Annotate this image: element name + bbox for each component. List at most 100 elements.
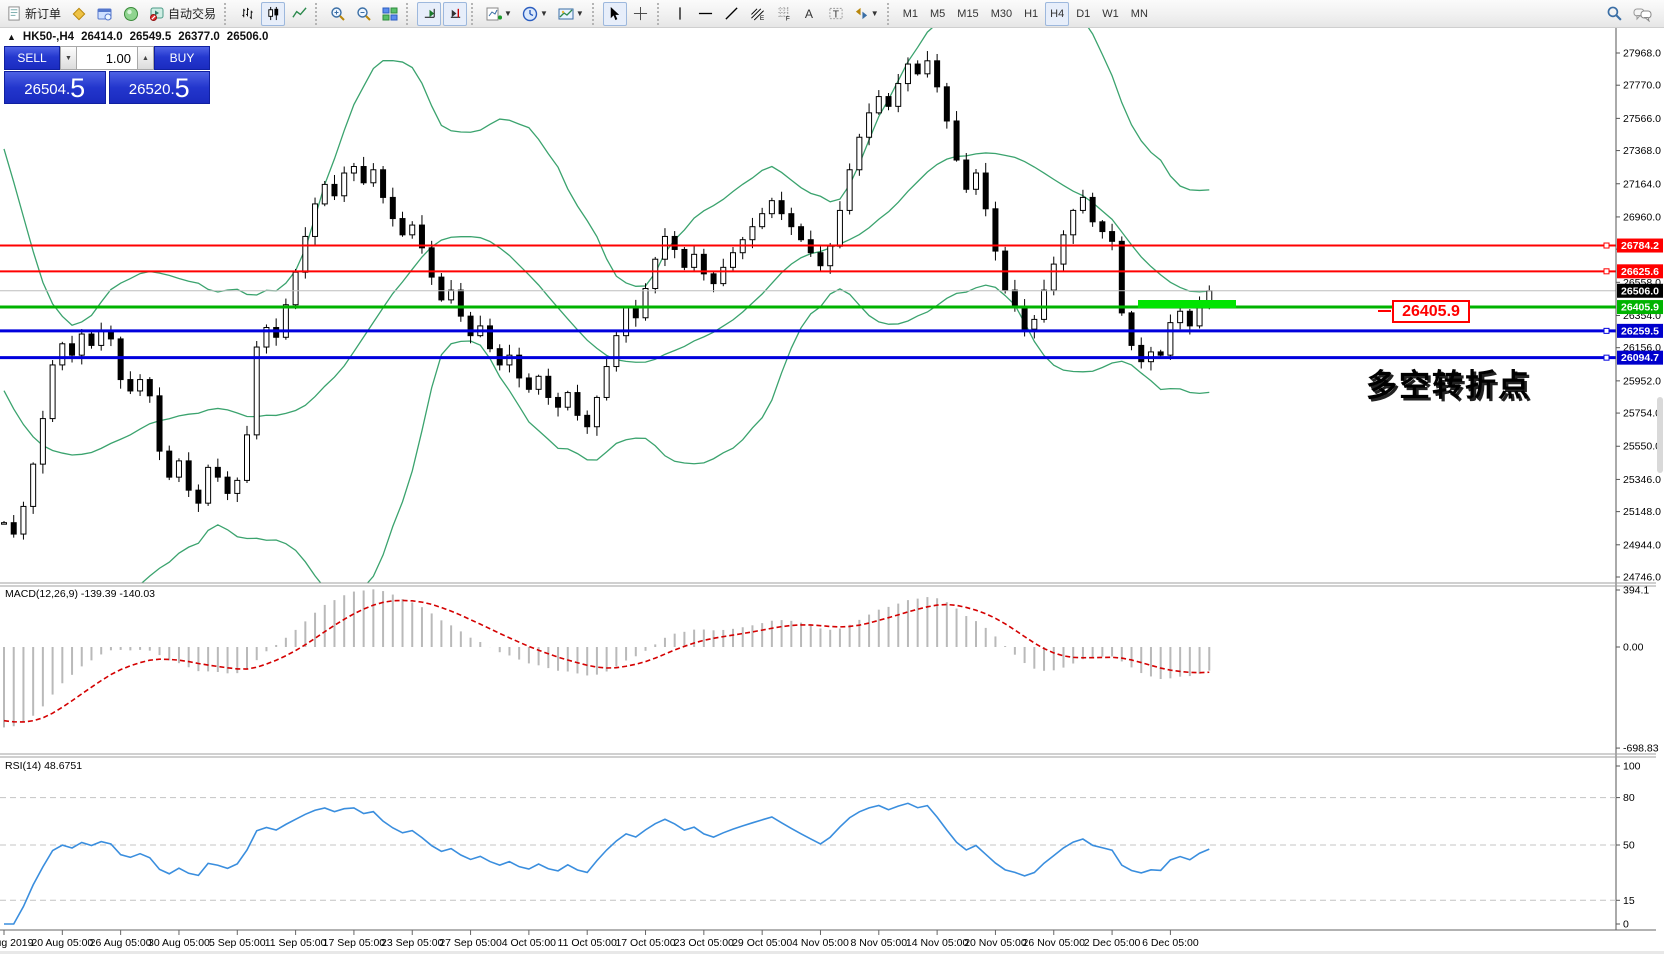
date-axis-label: 4 Nov 05:00 — [792, 937, 849, 949]
macd-axis-tick-label: 394.1 — [1623, 585, 1649, 597]
bollinger-band — [4, 153, 1209, 455]
hline-handle[interactable] — [1604, 328, 1609, 333]
candle — [313, 204, 318, 237]
date-axis-label: 11 Oct 05:00 — [558, 937, 618, 949]
ohlc-low: 26377.0 — [178, 31, 220, 43]
candle — [925, 61, 930, 74]
price-axis-tick-label: 27770.0 — [1623, 80, 1661, 92]
candle — [89, 334, 94, 345]
vertical-scrollbar-thumb[interactable] — [1657, 397, 1663, 473]
volume-increase-button[interactable]: ▲ — [137, 46, 154, 70]
candle — [954, 121, 959, 160]
price-axis-tick-label: 25952.0 — [1623, 375, 1661, 387]
candle — [1061, 235, 1066, 264]
candle — [283, 305, 288, 338]
candle — [79, 334, 84, 355]
candle — [769, 201, 774, 214]
price-axis-tick-label: 24746.0 — [1623, 572, 1661, 584]
candle — [206, 467, 211, 503]
candle — [526, 378, 531, 389]
date-axis-label: 30 Aug 05:00 — [148, 937, 210, 949]
candle — [594, 397, 599, 426]
candle — [1129, 313, 1134, 346]
buy-price-display[interactable]: 26520.5 — [109, 71, 211, 104]
candle — [818, 253, 823, 266]
date-axis-label: 27 Sep 05:00 — [439, 937, 502, 949]
candle — [439, 277, 444, 300]
hline-handle[interactable] — [1604, 355, 1609, 360]
candle — [342, 173, 347, 196]
chart-canvas: 27968.027770.027566.027368.027164.026960… — [0, 0, 1664, 954]
candle — [1187, 311, 1192, 326]
date-axis-label: 26 Aug 05:00 — [90, 937, 152, 949]
sell-price-display[interactable]: 26504.5 — [4, 71, 106, 104]
ohlc-close: 26506.0 — [227, 31, 269, 43]
date-axis-label: 8 Nov 05:00 — [850, 937, 907, 949]
candle — [419, 225, 424, 248]
hline-handle[interactable] — [1604, 269, 1609, 274]
candle — [1100, 222, 1105, 232]
candle — [614, 336, 619, 367]
price-axis-tick-label: 25346.0 — [1623, 474, 1661, 486]
callout-tick — [1378, 310, 1391, 312]
annotation-text[interactable]: 多空转折点 — [1366, 360, 1531, 405]
one-click-trading-panel: SELL ▼ ▲ BUY 26504.5 26520.5 — [4, 46, 210, 104]
macd-axis-tick-label: 0.00 — [1623, 642, 1644, 654]
date-axis-label: 17 Sep 05:00 — [323, 937, 386, 949]
candle — [896, 84, 901, 107]
price-axis-tick-label: 26960.0 — [1623, 211, 1661, 223]
candle — [21, 506, 26, 534]
macd-axis-tick-label: -698.83 — [1623, 743, 1659, 755]
candle — [643, 288, 648, 317]
candle — [400, 219, 405, 235]
candle — [750, 227, 755, 240]
hline-handle[interactable] — [1604, 243, 1609, 248]
mt-terminal-window: 新订单 自动交易 — [0, 0, 1664, 954]
date-axis-label: 26 Nov 05:00 — [1023, 937, 1086, 949]
sell-button[interactable]: SELL — [4, 46, 60, 70]
candle — [983, 173, 988, 209]
candle — [876, 97, 881, 113]
collapse-triangle-icon[interactable]: ▲ — [7, 32, 16, 42]
candle — [1012, 290, 1017, 306]
candle — [1178, 311, 1183, 322]
price-level-label: 26094.7 — [1621, 352, 1659, 364]
candle — [468, 316, 473, 336]
date-axis-label: 17 Oct 05:00 — [615, 937, 675, 949]
candle — [1139, 345, 1144, 361]
candle — [1071, 210, 1076, 234]
candle — [11, 523, 16, 534]
highlight-segment[interactable] — [1138, 300, 1236, 308]
symbol-info-bar: ▲ HK50-,H4 26414.0 26549.5 26377.0 26506… — [7, 31, 268, 43]
candle — [488, 326, 493, 349]
date-axis-label: 2 Dec 05:00 — [1084, 937, 1141, 949]
macd-panel — [4, 589, 1209, 727]
candle — [575, 393, 580, 416]
buy-button[interactable]: BUY — [154, 46, 210, 70]
price-level-label: 26625.6 — [1621, 266, 1659, 278]
candle — [1168, 323, 1173, 356]
buy-price-fraction: 5 — [175, 75, 190, 102]
candle — [565, 393, 570, 408]
volume-decrease-button[interactable]: ▼ — [60, 46, 77, 70]
candle — [274, 328, 279, 338]
candle — [1022, 306, 1027, 329]
candle — [1119, 241, 1124, 313]
price-callout-label[interactable]: 26405.9 — [1392, 300, 1470, 323]
candle — [789, 214, 794, 227]
candle — [1051, 264, 1056, 290]
candle — [186, 461, 191, 490]
candle — [225, 477, 230, 493]
date-axis-label: 11 Sep 05:00 — [265, 937, 327, 949]
candle — [779, 201, 784, 214]
candle — [322, 184, 327, 204]
candle — [915, 64, 920, 74]
price-level-label: 26259.5 — [1621, 325, 1659, 337]
candle — [682, 249, 687, 267]
candle — [653, 259, 658, 288]
candle — [40, 419, 45, 465]
volume-input[interactable] — [77, 46, 137, 70]
rsi-axis-tick-label: 0 — [1623, 919, 1629, 931]
candle — [585, 415, 590, 426]
rsi-indicator-label: RSI(14) 48.6751 — [5, 760, 82, 772]
